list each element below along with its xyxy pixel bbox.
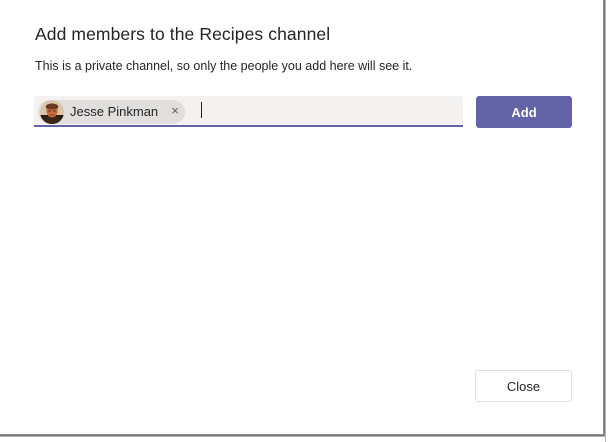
remove-person-icon[interactable]: × — [168, 102, 182, 120]
selected-person-chip: Jesse Pinkman × — [38, 100, 185, 124]
people-picker-field[interactable]: Jesse Pinkman × — [34, 96, 463, 127]
window-border-right — [603, 0, 611, 442]
user-avatar-icon — [40, 100, 64, 124]
add-button[interactable]: Add — [476, 96, 572, 128]
text-cursor — [201, 102, 202, 118]
dialog-subtitle: This is a private channel, so only the p… — [35, 59, 413, 73]
people-search-input[interactable] — [199, 99, 459, 123]
close-button[interactable]: Close — [475, 370, 572, 402]
dialog-title: Add members to the Recipes channel — [35, 24, 331, 44]
selected-person-name: Jesse Pinkman — [70, 104, 159, 119]
add-members-dialog: Add members to the Recipes channel This … — [0, 0, 605, 436]
window-border-bottom — [0, 434, 605, 442]
